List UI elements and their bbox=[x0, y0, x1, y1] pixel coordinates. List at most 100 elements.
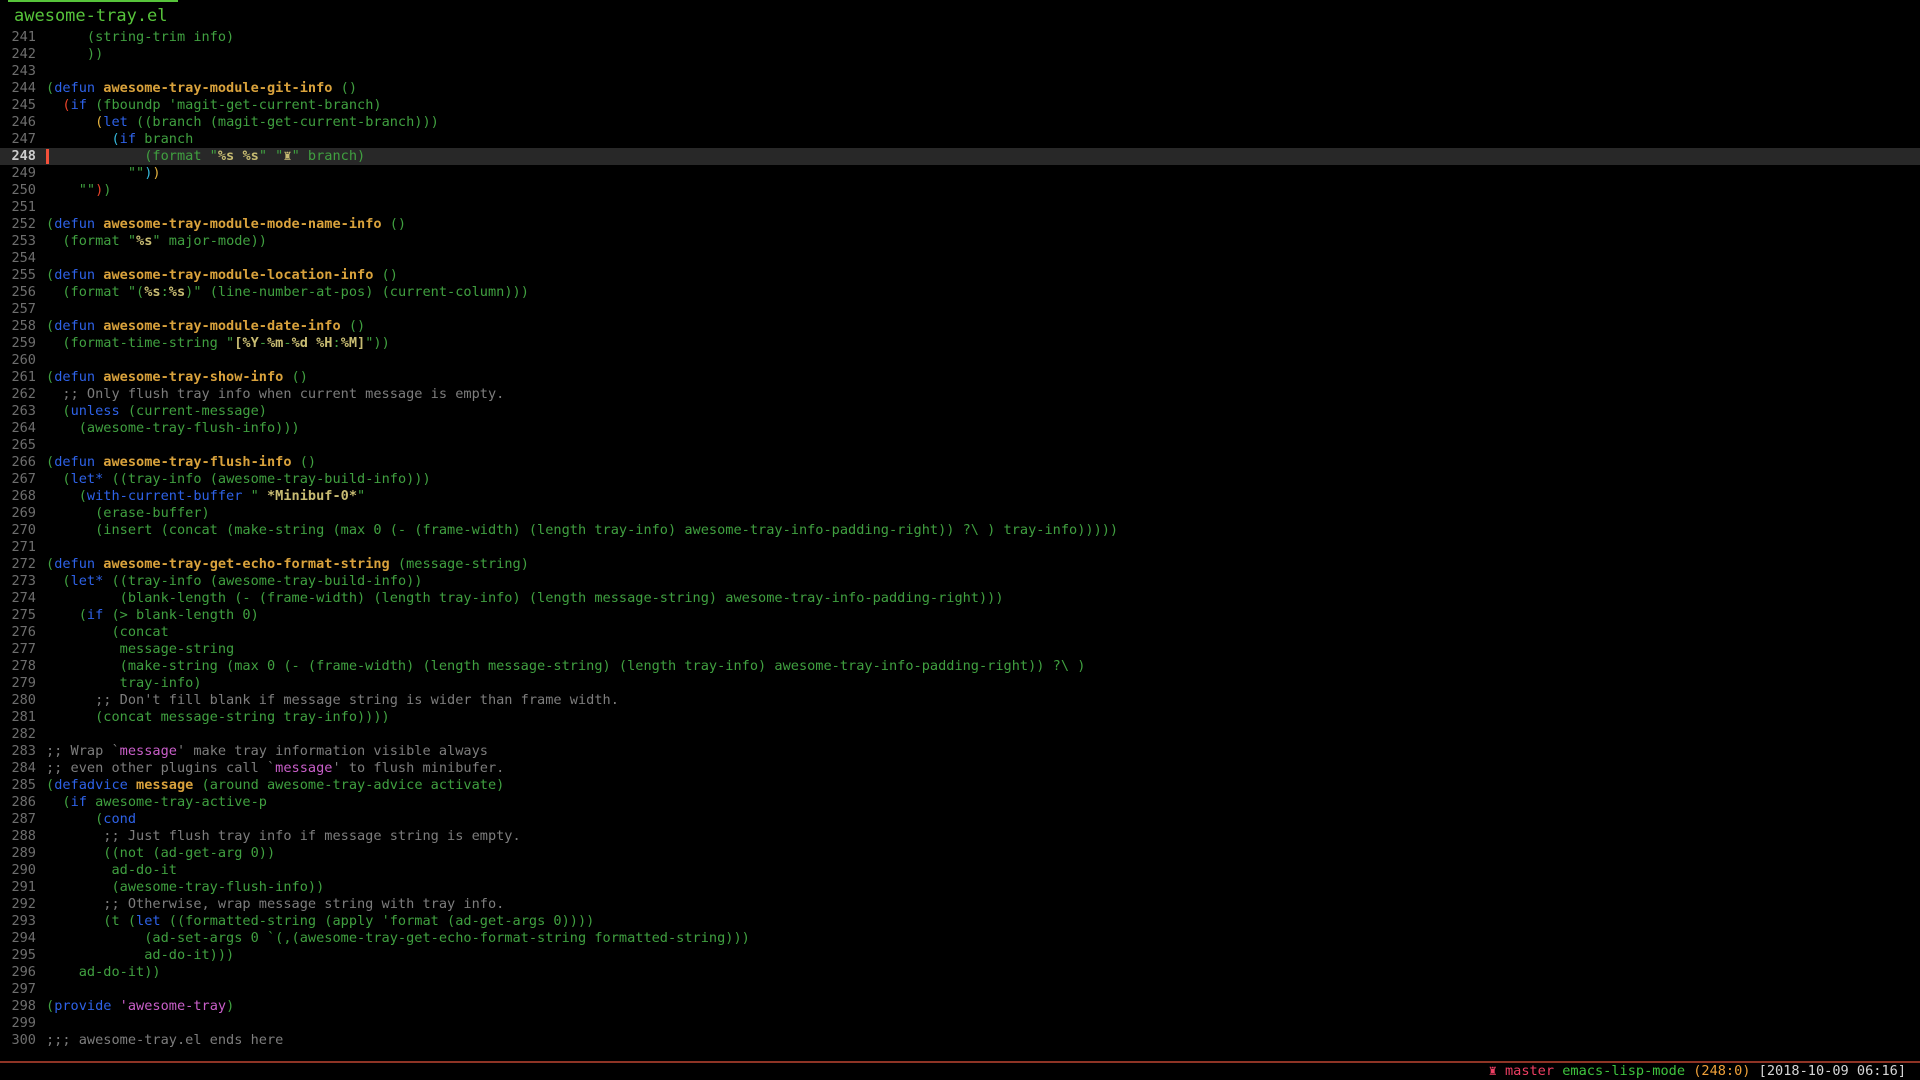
code-text: (unless (current-message) bbox=[46, 403, 267, 420]
line-number: 285 bbox=[0, 777, 36, 794]
code-line[interactable]: 281 (concat message-string tray-info)))) bbox=[0, 709, 1920, 726]
code-text: (defadvice message (around awesome-tray-… bbox=[46, 777, 504, 794]
code-text: (if (> blank-length 0) bbox=[46, 607, 259, 624]
code-line[interactable]: 241 (string-trim info) bbox=[0, 29, 1920, 46]
line-number: 291 bbox=[0, 879, 36, 896]
code-line[interactable]: 255(defun awesome-tray-module-location-i… bbox=[0, 267, 1920, 284]
line-number: 268 bbox=[0, 488, 36, 505]
code-line[interactable]: 263 (unless (current-message) bbox=[0, 403, 1920, 420]
code-line[interactable]: 294 (ad-set-args 0 `(,(awesome-tray-get-… bbox=[0, 930, 1920, 947]
buffer-tab[interactable]: awesome-tray.el bbox=[8, 0, 178, 27]
code-line[interactable]: 258(defun awesome-tray-module-date-info … bbox=[0, 318, 1920, 335]
line-number: 296 bbox=[0, 964, 36, 981]
code-line[interactable]: 268 (with-current-buffer " *Minibuf-0*" bbox=[0, 488, 1920, 505]
code-line[interactable]: 289 ((not (ad-get-arg 0)) bbox=[0, 845, 1920, 862]
code-line[interactable]: 274 (blank-length (- (frame-width) (leng… bbox=[0, 590, 1920, 607]
code-text: (defun awesome-tray-module-mode-name-inf… bbox=[46, 216, 406, 233]
code-line[interactable]: 277 message-string bbox=[0, 641, 1920, 658]
code-line[interactable]: 266(defun awesome-tray-flush-info () bbox=[0, 454, 1920, 471]
code-text: (format "%s" major-mode)) bbox=[46, 233, 267, 250]
code-line[interactable]: 253 (format "%s" major-mode)) bbox=[0, 233, 1920, 250]
code-line[interactable]: 270 (insert (concat (make-string (max 0 … bbox=[0, 522, 1920, 539]
code-line[interactable]: 250 "")) bbox=[0, 182, 1920, 199]
code-line[interactable]: 293 (t (let ((formatted-string (apply 'f… bbox=[0, 913, 1920, 930]
code-line[interactable]: 248 (format "%s %s" "♜" branch) bbox=[0, 148, 1920, 165]
code-line[interactable]: 264 (awesome-tray-flush-info))) bbox=[0, 420, 1920, 437]
echo-area[interactable]: ♜ master emacs-lisp-mode (248:0) [2018-1… bbox=[0, 1063, 1920, 1080]
code-line[interactable]: 273 (let* ((tray-info (awesome-tray-buil… bbox=[0, 573, 1920, 590]
tray-major-mode: emacs-lisp-mode bbox=[1554, 1063, 1685, 1079]
line-number: 300 bbox=[0, 1032, 36, 1049]
code-line[interactable]: 271 bbox=[0, 539, 1920, 556]
code-line[interactable]: 286 (if awesome-tray-active-p bbox=[0, 794, 1920, 811]
code-text: (let* ((tray-info (awesome-tray-build-in… bbox=[46, 573, 423, 590]
line-number: 256 bbox=[0, 284, 36, 301]
line-number: 286 bbox=[0, 794, 36, 811]
code-line[interactable]: 275 (if (> blank-length 0) bbox=[0, 607, 1920, 624]
buffer-tab-label: awesome-tray.el bbox=[14, 6, 168, 26]
code-line[interactable]: 282 bbox=[0, 726, 1920, 743]
line-number: 257 bbox=[0, 301, 36, 318]
code-text: (if branch bbox=[46, 131, 193, 148]
code-line[interactable]: 254 bbox=[0, 250, 1920, 267]
code-line[interactable]: 259 (format-time-string "[%Y-%m-%d %H:%M… bbox=[0, 335, 1920, 352]
code-line[interactable]: 265 bbox=[0, 437, 1920, 454]
code-line[interactable]: 285 (defadvice message (around awesome-tr… bbox=[0, 777, 1920, 794]
line-number: 242 bbox=[0, 46, 36, 63]
line-number: 288 bbox=[0, 828, 36, 845]
line-number: 265 bbox=[0, 437, 36, 454]
code-line[interactable]: 295 ad-do-it))) bbox=[0, 947, 1920, 964]
code-text: (ad-set-args 0 `(,(awesome-tray-get-echo… bbox=[46, 930, 750, 947]
code-line[interactable]: 246 (let ((branch (magit-get-current-bra… bbox=[0, 114, 1920, 131]
code-text: "")) bbox=[46, 182, 111, 199]
code-text: (awesome-tray-flush-info)) bbox=[46, 879, 324, 896]
code-line[interactable]: 261(defun awesome-tray-show-info () bbox=[0, 369, 1920, 386]
line-number: 266 bbox=[0, 454, 36, 471]
line-number: 293 bbox=[0, 913, 36, 930]
line-number: 297 bbox=[0, 981, 36, 998]
code-line[interactable]: 278 (make-string (max 0 (- (frame-width)… bbox=[0, 658, 1920, 675]
code-text: (let ((branch (magit-get-current-branch)… bbox=[46, 114, 439, 131]
code-line[interactable]: 299 bbox=[0, 1015, 1920, 1032]
code-line[interactable]: 262 ;; Only flush tray info when current… bbox=[0, 386, 1920, 403]
code-line[interactable]: 298(provide 'awesome-tray) bbox=[0, 998, 1920, 1015]
code-line[interactable]: 260 bbox=[0, 352, 1920, 369]
code-line[interactable]: 276 (concat bbox=[0, 624, 1920, 641]
line-number: 269 bbox=[0, 505, 36, 522]
code-line[interactable]: 272(defun awesome-tray-get-echo-format-s… bbox=[0, 556, 1920, 573]
code-line[interactable]: 257 bbox=[0, 301, 1920, 318]
code-line[interactable]: 280 ;; Don't fill blank if message strin… bbox=[0, 692, 1920, 709]
code-line[interactable]: 290 ad-do-it bbox=[0, 862, 1920, 879]
code-line[interactable]: 291 (awesome-tray-flush-info)) bbox=[0, 879, 1920, 896]
code-line[interactable]: 244(defun awesome-tray-module-git-info (… bbox=[0, 80, 1920, 97]
code-line[interactable]: 287 (cond bbox=[0, 811, 1920, 828]
code-line[interactable]: 284;; even other plugins call `message' … bbox=[0, 760, 1920, 777]
code-line[interactable]: 247 (if branch bbox=[0, 131, 1920, 148]
code-line[interactable]: 252(defun awesome-tray-module-mode-name-… bbox=[0, 216, 1920, 233]
code-line[interactable]: 283;; Wrap `message' make tray informati… bbox=[0, 743, 1920, 760]
code-line[interactable]: 256 (format "(%s:%s)" (line-number-at-po… bbox=[0, 284, 1920, 301]
code-line[interactable]: 243 bbox=[0, 63, 1920, 80]
line-number: 271 bbox=[0, 539, 36, 556]
line-number: 254 bbox=[0, 250, 36, 267]
code-line[interactable]: 269 (erase-buffer) bbox=[0, 505, 1920, 522]
code-line[interactable]: 249 "")) bbox=[0, 165, 1920, 182]
code-text: (defun awesome-tray-show-info () bbox=[46, 369, 308, 386]
code-line[interactable]: 279 tray-info) bbox=[0, 675, 1920, 692]
code-line[interactable]: 300;;; awesome-tray.el ends here bbox=[0, 1032, 1920, 1049]
line-number: 283 bbox=[0, 743, 36, 760]
line-number: 287 bbox=[0, 811, 36, 828]
code-line[interactable]: 267 (let* ((tray-info (awesome-tray-buil… bbox=[0, 471, 1920, 488]
line-number: 249 bbox=[0, 165, 36, 182]
code-text: ;; Otherwise, wrap message string with t… bbox=[46, 896, 504, 913]
code-line[interactable]: 296 ad-do-it)) bbox=[0, 964, 1920, 981]
code-line[interactable]: 245 (if (fboundp 'magit-get-current-bran… bbox=[0, 97, 1920, 114]
code-text: (format "%s %s" "♜" branch) bbox=[46, 148, 365, 165]
editor-buffer[interactable]: 241 (string-trim info)242 ))243244(defun… bbox=[0, 29, 1920, 1049]
code-line[interactable]: 288 ;; Just flush tray info if message s… bbox=[0, 828, 1920, 845]
code-line[interactable]: 242 )) bbox=[0, 46, 1920, 63]
code-line[interactable]: 251 bbox=[0, 199, 1920, 216]
code-line[interactable]: 297 bbox=[0, 981, 1920, 998]
code-line[interactable]: 292 ;; Otherwise, wrap message string wi… bbox=[0, 896, 1920, 913]
line-number: 284 bbox=[0, 760, 36, 777]
